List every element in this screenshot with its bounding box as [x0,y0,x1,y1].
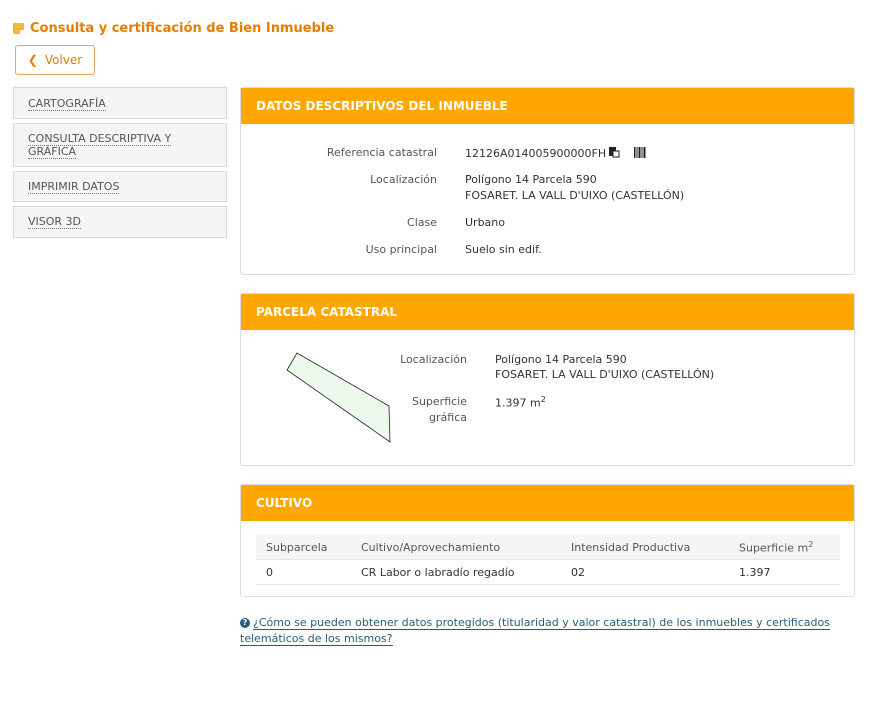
help-link-line2: telemáticos de los mismos? [240,632,393,645]
col-superficie-text: Superficie m [739,541,809,555]
ref-row: 12126A014005900000FH [465,146,646,161]
clase-label: Clase [407,216,437,229]
superficie-value: 1.397 m2 [495,395,546,410]
parcel-localizacion-line2: FOSARET. LA VALL D'UIXO (CASTELLÓN) [495,368,715,381]
help-link-line1: ¿Cómo se pueden obtener datos protegidos… [253,616,830,629]
ref-label: Referencia catastral [326,146,437,159]
localizacion-line1: Polígono 14 Parcela 590 [465,173,597,186]
table-cell: 1.397 [729,559,840,585]
parcel-localizacion-line1: Polígono 14 Parcela 590 [495,353,627,366]
help-link[interactable]: ¿Cómo se pueden obtener datos protegidos… [240,616,830,646]
superficie-label-1: Superficie [411,395,467,408]
cultivo-panel-title: CULTIVO [241,485,854,521]
side-menu: CARTOGRAFÍA CONSULTA DESCRIPTIVA Y GRÁFI… [13,87,227,242]
descriptive-panel: DATOS DESCRIPTIVOS DEL INMUEBLE Referenc… [240,87,855,275]
side-item-label: VISOR 3D [28,215,82,229]
col-superficie: Superficie m2 [729,535,840,560]
help-link-block: ? ¿Cómo se pueden obtener datos protegido… [240,615,840,647]
chevron-left-icon: ❮ [27,53,38,67]
barcode-icon[interactable] [634,146,646,161]
table-header-row: Subparcela Cultivo/Aprovechamiento Inten… [256,535,840,560]
page-title-text: Consulta y certificación de Bien Inmuebl… [30,20,335,36]
ref-value: 12126A014005900000FH [465,147,607,160]
cultivo-table: Subparcela Cultivo/Aprovechamiento Inten… [256,535,840,585]
table-cell: 02 [561,559,729,585]
uso-label: Uso principal [365,243,437,256]
table-cell: 0 [256,559,351,585]
col-cultivo: Cultivo/Aprovechamiento [351,535,561,560]
side-item-label: IMPRIMIR DATOS [28,180,120,194]
side-item-imprimir-datos[interactable]: IMPRIMIR DATOS [13,171,227,202]
side-item-cartografia[interactable]: CARTOGRAFÍA [13,87,227,119]
question-icon: ? [240,618,250,628]
localizacion-label: Localización [370,173,437,186]
cultivo-panel: CULTIVO Subparcela Cultivo/Aprovechamien… [240,484,855,597]
back-button-label: Volver [44,53,83,67]
col-superficie-sup: 2 [808,539,814,549]
superficie-label-2: gráfica [429,411,467,424]
side-item-label: CONSULTA DESCRIPTIVA Y GRÁFICA [28,132,172,159]
uso-value: Suelo sin edif. [465,243,542,256]
back-button[interactable]: ❮ Volver [15,45,95,75]
table-cell: CR Labor o labradío regadío [351,559,561,585]
copy-reference-icon[interactable] [608,146,620,161]
superficie-value-text: 1.397 m [495,396,541,410]
col-subparcela: Subparcela [256,535,351,560]
parcel-panel-title: PARCELA CATASTRAL [241,294,854,330]
parcel-localizacion-label: Localización [400,353,467,366]
document-icon [13,22,25,35]
parcel-panel: PARCELA CATASTRAL Localización Polígono … [240,293,855,466]
page-title: Consulta y certificación de Bien Inmuebl… [13,19,334,37]
table-row: 0 CR Labor o labradío regadío 02 1.397 [256,559,840,585]
localizacion-line2: FOSARET. LA VALL D'UIXO (CASTELLÓN) [465,189,685,202]
clase-value: Urbano [465,216,505,229]
side-item-consulta-descriptiva[interactable]: CONSULTA DESCRIPTIVA Y GRÁFICA [13,123,227,167]
side-item-label: CARTOGRAFÍA [28,97,106,111]
descriptive-panel-title: DATOS DESCRIPTIVOS DEL INMUEBLE [241,88,854,124]
side-item-visor-3d[interactable]: VISOR 3D [13,206,227,238]
col-intensidad: Intensidad Productiva [561,535,729,560]
superficie-unit-sup: 2 [540,395,546,404]
